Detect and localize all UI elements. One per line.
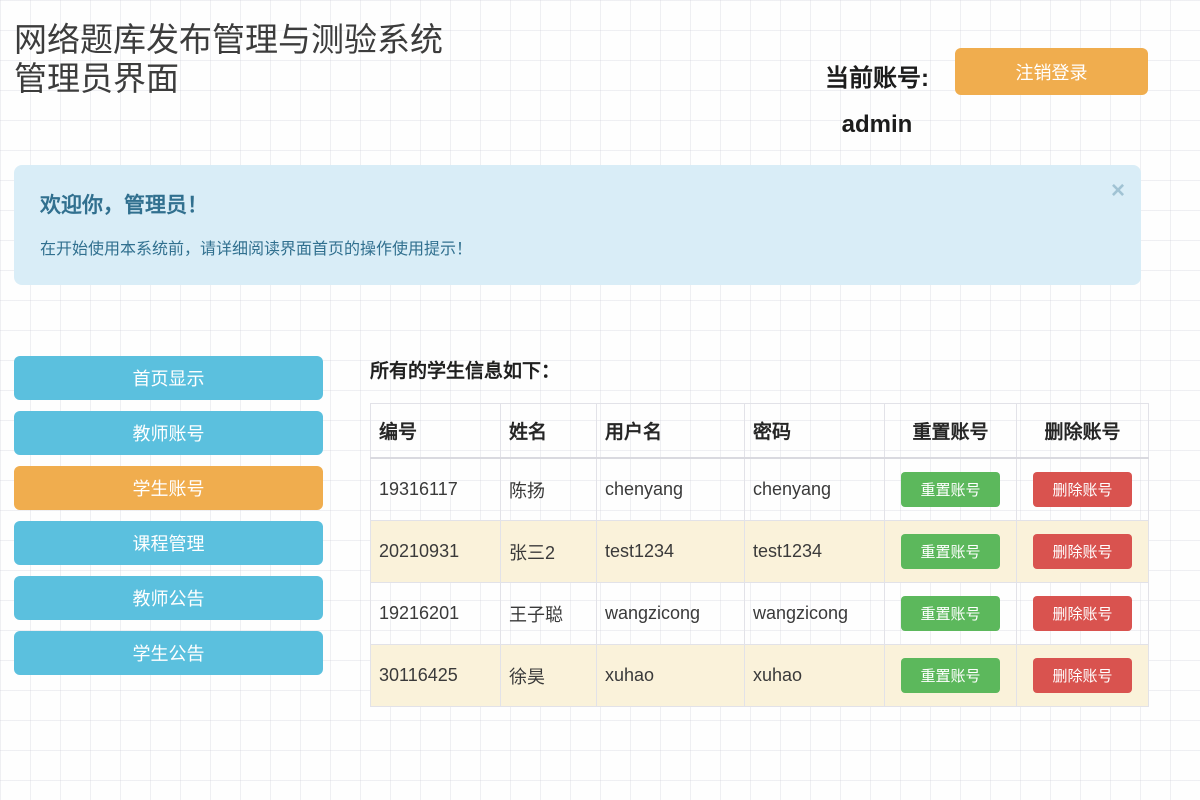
cell-reset: 重置账号 [885,458,1017,521]
table-header-cell: 用户名 [597,404,745,459]
welcome-alert-heading: 欢迎你，管理员！ [40,189,1115,219]
close-icon[interactable]: × [1111,179,1125,203]
section-title: 所有的学生信息如下： [370,356,1149,383]
reset-account-button[interactable]: 重置账号 [901,658,999,693]
welcome-alert-body: 在开始使用本系统前，请详细阅读界面首页的操作使用提示！ [40,235,1115,259]
table-header-cell: 删除账号 [1017,404,1149,459]
cell-name: 徐昊 [501,645,597,707]
admin-page: 网络题库发布管理与测验系统 管理员界面 当前账号: admin 注销登录 欢迎你… [0,0,1200,800]
cell-name: 陈扬 [501,458,597,521]
table-row: 30116425 徐昊 xuhao xuhao 重置账号 删除账号 [371,645,1149,707]
delete-account-button[interactable]: 删除账号 [1033,472,1131,507]
welcome-alert: 欢迎你，管理员！ 在开始使用本系统前，请详细阅读界面首页的操作使用提示！ × [14,165,1141,285]
cell-reset: 重置账号 [885,645,1017,707]
reset-account-button[interactable]: 重置账号 [901,534,999,569]
cell-password: test1234 [745,521,885,583]
current-account: 当前账号: admin [825,58,929,139]
cell-id: 19316117 [371,458,501,521]
cell-username: chenyang [597,458,745,521]
cell-name: 张三2 [501,521,597,583]
cell-password: chenyang [745,458,885,521]
content-area: 首页显示教师账号学生账号课程管理教师公告学生公告 所有的学生信息如下： 编号姓名… [0,356,1200,707]
cell-delete: 删除账号 [1017,645,1149,707]
cell-password: xuhao [745,645,885,707]
student-table-body: 19316117 陈扬 chenyang chenyang 重置账号 删除账号 … [371,458,1149,707]
cell-delete: 删除账号 [1017,458,1149,521]
sidebar-item-2[interactable]: 学生账号 [14,466,323,510]
cell-username: wangzicong [597,583,745,645]
cell-reset: 重置账号 [885,521,1017,583]
table-header-cell: 姓名 [501,404,597,459]
sidebar-item-5[interactable]: 学生公告 [14,631,323,675]
logout-button[interactable]: 注销登录 [955,48,1148,95]
reset-account-button[interactable]: 重置账号 [901,596,999,631]
delete-account-button[interactable]: 删除账号 [1033,658,1131,693]
student-table: 编号姓名用户名密码重置账号删除账号 19316117 陈扬 chenyang c… [370,403,1149,707]
table-row: 19316117 陈扬 chenyang chenyang 重置账号 删除账号 [371,458,1149,521]
current-account-name: admin [825,111,929,139]
page-title-role: 管理员界面 [14,59,484,98]
sidebar-item-1[interactable]: 教师账号 [14,411,323,455]
cell-password: wangzicong [745,583,885,645]
page-header: 网络题库发布管理与测验系统 管理员界面 当前账号: admin 注销登录 [0,0,1200,139]
main-panel: 所有的学生信息如下： 编号姓名用户名密码重置账号删除账号 19316117 陈扬… [370,356,1149,707]
cell-name: 王子聪 [501,583,597,645]
cell-reset: 重置账号 [885,583,1017,645]
delete-account-button[interactable]: 删除账号 [1033,534,1131,569]
page-title-system: 网络题库发布管理与测验系统 [14,20,484,59]
reset-account-button[interactable]: 重置账号 [901,472,999,507]
table-header-cell: 密码 [745,404,885,459]
current-account-label: 当前账号: [825,58,929,93]
sidebar-item-0[interactable]: 首页显示 [14,356,323,400]
table-header-cell: 重置账号 [885,404,1017,459]
cell-id: 19216201 [371,583,501,645]
cell-username: test1234 [597,521,745,583]
table-header-cell: 编号 [371,404,501,459]
cell-id: 30116425 [371,645,501,707]
cell-delete: 删除账号 [1017,521,1149,583]
sidebar-item-4[interactable]: 教师公告 [14,576,323,620]
cell-username: xuhao [597,645,745,707]
sidebar-item-3[interactable]: 课程管理 [14,521,323,565]
table-row: 20210931 张三2 test1234 test1234 重置账号 删除账号 [371,521,1149,583]
sidebar-menu: 首页显示教师账号学生账号课程管理教师公告学生公告 [14,356,323,686]
page-title: 网络题库发布管理与测验系统 管理员界面 [14,20,484,98]
table-row: 19216201 王子聪 wangzicong wangzicong 重置账号 … [371,583,1149,645]
table-header-row: 编号姓名用户名密码重置账号删除账号 [371,404,1149,459]
delete-account-button[interactable]: 删除账号 [1033,596,1131,631]
cell-id: 20210931 [371,521,501,583]
cell-delete: 删除账号 [1017,583,1149,645]
